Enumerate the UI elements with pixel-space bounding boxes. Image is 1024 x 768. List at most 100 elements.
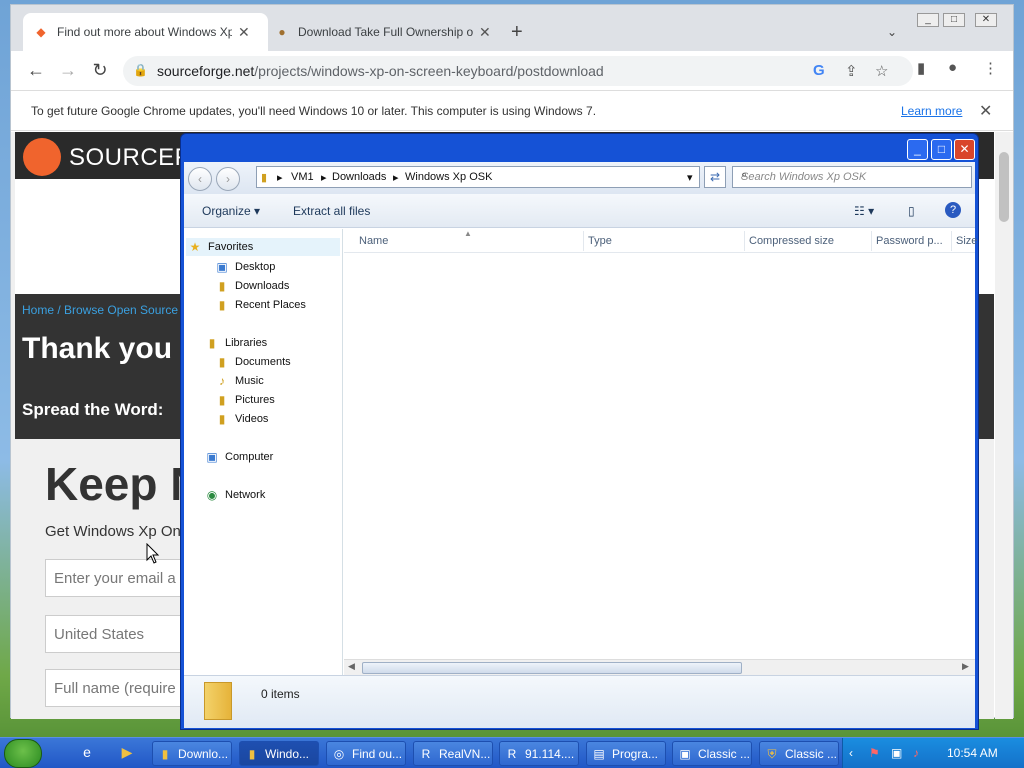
chevron-down-icon[interactable]: ▾ bbox=[687, 171, 693, 184]
address-toolbar: ‹ › ▮ ▸ VM1 ▸ Downloads ▸ Windows Xp OSK… bbox=[184, 162, 975, 194]
tab-sourceforge[interactable]: ◆ Find out more about Windows Xp O ✕ bbox=[23, 13, 268, 51]
address-bar[interactable]: 🔒 sourceforge.net/projects/windows-xp-on… bbox=[123, 56, 913, 86]
scroll-left-icon[interactable]: ◀ bbox=[348, 661, 355, 672]
column-name[interactable]: Name bbox=[359, 235, 388, 247]
taskbar-item-downloads[interactable]: ▮ Downlo... bbox=[152, 741, 232, 766]
minimize-button[interactable]: _ bbox=[917, 13, 939, 27]
clock[interactable]: 10:54 AM bbox=[947, 746, 998, 760]
menu-icon[interactable]: ⋮ bbox=[983, 59, 998, 77]
share-icon[interactable]: ⇪ bbox=[845, 62, 858, 80]
page-scrollbar[interactable] bbox=[995, 132, 1013, 719]
url-text[interactable]: sourceforge.net/projects/windows-xp-on-s… bbox=[157, 63, 604, 79]
nav-documents[interactable]: ▮ Documents bbox=[214, 353, 291, 371]
internet-explorer-icon[interactable]: e bbox=[78, 744, 96, 762]
search-input[interactable]: Search Windows Xp OSK ⌕ bbox=[732, 166, 972, 188]
realvnc-icon: R bbox=[421, 746, 431, 761]
preview-pane-icon[interactable]: ▯ bbox=[908, 204, 915, 218]
volume-muted-icon[interactable]: ♪ bbox=[913, 746, 919, 760]
nav-downloads[interactable]: ▮ Downloads bbox=[214, 277, 290, 295]
scrollbar-thumb[interactable] bbox=[999, 152, 1009, 222]
crumb-downloads[interactable]: Downloads bbox=[332, 171, 386, 183]
forward-button[interactable]: › bbox=[216, 167, 240, 191]
start-button[interactable] bbox=[4, 739, 42, 768]
breadcrumb[interactable]: ▮ ▸ VM1 ▸ Downloads ▸ Windows Xp OSK ▾ bbox=[256, 166, 700, 188]
nav-desktop[interactable]: ▣ Desktop bbox=[214, 258, 275, 276]
nav-computer[interactable]: ▣ Computer bbox=[204, 448, 273, 466]
downloads-folder-icon: ▮ bbox=[218, 279, 226, 293]
column-compressed-size[interactable]: Compressed size bbox=[749, 235, 834, 247]
taskbar-label: Windo... bbox=[265, 746, 310, 761]
folder-icon: ▮ bbox=[161, 746, 169, 761]
nav-libraries[interactable]: ▮ Libraries bbox=[204, 334, 268, 352]
maximize-button[interactable]: □ bbox=[931, 139, 952, 160]
close-tab-icon[interactable]: ✕ bbox=[479, 24, 491, 41]
new-tab-button[interactable]: + bbox=[511, 21, 523, 44]
nav-pictures[interactable]: ▮ Pictures bbox=[214, 391, 275, 409]
column-password[interactable]: Password p... bbox=[876, 235, 943, 247]
column-divider[interactable] bbox=[744, 231, 745, 251]
organize-button[interactable]: Organize ▾ bbox=[202, 204, 260, 218]
close-tab-icon[interactable]: ✕ bbox=[238, 24, 250, 41]
horizontal-scrollbar[interactable]: ◀ ▶ bbox=[344, 659, 975, 675]
media-player-icon[interactable]: ▶ bbox=[118, 744, 136, 762]
taskbar-item-windows[interactable]: ▮ Windo... bbox=[239, 741, 319, 766]
column-size[interactable]: Size bbox=[956, 235, 977, 247]
profile-icon[interactable]: ● bbox=[948, 59, 957, 76]
column-type[interactable]: Type bbox=[588, 235, 612, 247]
sourceforge-logo-icon[interactable] bbox=[23, 138, 61, 176]
taskbar-item-classic-1[interactable]: ▣ Classic ... bbox=[672, 741, 752, 766]
google-icon[interactable]: G bbox=[813, 62, 825, 79]
nav-network[interactable]: ◉ Network bbox=[204, 486, 266, 504]
refresh-icon[interactable]: ⇄ bbox=[704, 166, 726, 188]
tab-title: Download Take Full Ownership of Fi bbox=[298, 25, 473, 39]
taskbar-item-chrome[interactable]: ◎ Find ou... bbox=[326, 741, 406, 766]
network-tray-icon[interactable]: ▣ bbox=[891, 746, 902, 760]
scroll-right-icon[interactable]: ▶ bbox=[962, 661, 969, 672]
taskbar-item-vnc-session[interactable]: R 91.114.... bbox=[499, 741, 579, 766]
scrollbar-thumb[interactable] bbox=[362, 662, 742, 674]
folder-icon: ▮ bbox=[248, 746, 256, 761]
forward-button[interactable]: → bbox=[57, 60, 79, 81]
back-button[interactable]: ← bbox=[25, 60, 47, 81]
network-icon: ◉ bbox=[206, 488, 218, 502]
column-headers: Name ▲ Type Compressed size Password p..… bbox=[344, 229, 977, 253]
minimize-button[interactable]: _ bbox=[907, 139, 928, 160]
nav-label: Music bbox=[235, 375, 264, 387]
taskbar-item-classic-2[interactable]: ⛨ Classic ... bbox=[759, 741, 839, 766]
tab-search-icon[interactable]: ⌄ bbox=[887, 25, 897, 39]
nav-favorites[interactable]: ★ Favorites bbox=[186, 238, 340, 256]
nav-label: Desktop bbox=[235, 261, 276, 273]
breadcrumb[interactable]: Home / Browse Open Source / bbox=[22, 303, 185, 317]
infobar-close-icon[interactable]: ✕ bbox=[979, 101, 992, 121]
nav-videos[interactable]: ▮ Videos bbox=[214, 410, 269, 428]
nav-recent-places[interactable]: ▮ Recent Places bbox=[214, 296, 306, 314]
bookmark-star-icon[interactable]: ☆ bbox=[875, 62, 888, 80]
show-hidden-icon[interactable]: ‹ bbox=[849, 746, 853, 760]
desktop-icon: ▣ bbox=[216, 260, 228, 274]
close-button[interactable]: ✕ bbox=[975, 13, 997, 27]
action-center-icon[interactable]: ⚑ bbox=[869, 746, 880, 760]
documents-icon: ▮ bbox=[218, 355, 226, 369]
crumb-vm1[interactable]: VM1 bbox=[291, 171, 314, 183]
browser-toolbar: ← → ↻ 🔒 sourceforge.net/projects/windows… bbox=[11, 51, 1013, 91]
side-panel-icon[interactable]: ▮ bbox=[917, 59, 925, 77]
nav-music[interactable]: ♪ Music bbox=[214, 372, 264, 390]
search-icon[interactable]: ⌕ bbox=[741, 169, 967, 182]
details-pane: 0 items bbox=[184, 675, 975, 728]
crumb-windows-xp-osk[interactable]: Windows Xp OSK bbox=[405, 171, 492, 183]
learn-more-link[interactable]: Learn more bbox=[901, 104, 962, 118]
column-divider[interactable] bbox=[583, 231, 584, 251]
back-button[interactable]: ‹ bbox=[188, 167, 212, 191]
taskbar-item-programs[interactable]: ▤ Progra... bbox=[586, 741, 666, 766]
column-divider[interactable] bbox=[871, 231, 872, 251]
infobar-message: To get future Google Chrome updates, you… bbox=[31, 104, 597, 118]
tab-download[interactable]: ● Download Take Full Ownership of Fi ✕ bbox=[264, 13, 509, 51]
column-divider[interactable] bbox=[951, 231, 952, 251]
taskbar-item-realvnc[interactable]: R RealVN... bbox=[413, 741, 493, 766]
maximize-button[interactable]: □ bbox=[943, 13, 965, 27]
reload-button[interactable]: ↻ bbox=[89, 60, 111, 81]
close-button[interactable]: ✕ bbox=[954, 139, 975, 160]
extract-all-button[interactable]: Extract all files bbox=[293, 204, 370, 218]
help-icon[interactable]: ? bbox=[945, 202, 961, 218]
view-options-icon[interactable]: ☷ ▾ bbox=[854, 204, 874, 218]
